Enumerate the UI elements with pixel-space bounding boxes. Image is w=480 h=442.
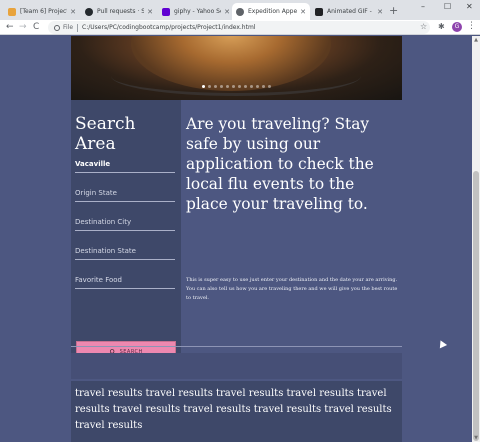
extensions-icon[interactable]: ✱ [438,22,445,31]
scrollbar-thumb[interactable] [473,171,479,441]
browser-menu-icon[interactable]: ⋮ [467,21,476,31]
destination-city-field[interactable]: Destination City [75,214,175,231]
page-scrollbar[interactable]: ▲ ▼ [472,36,480,442]
hero-carousel[interactable] [71,36,402,100]
page-viewport: Search Area Vacaville Origin State Desti… [0,36,472,442]
carousel-dot[interactable] [208,85,211,88]
minimize-button[interactable]: – [421,2,425,11]
close-tab-icon[interactable]: ✕ [377,8,383,16]
browser-tab[interactable]: Pull requests · Seren ✕ [81,3,157,20]
search-panel: Search Area Vacaville Origin State Desti… [71,100,181,375]
carousel-dot[interactable] [226,85,229,88]
city-field[interactable]: Vacaville [75,156,175,173]
close-tab-icon[interactable]: ✕ [224,8,230,16]
travel-results: travel results travel results travel res… [71,381,402,442]
carousel-dot[interactable] [256,85,259,88]
pan-image [111,56,361,96]
url-scheme-label: File [63,24,74,31]
carousel-dot[interactable] [244,85,247,88]
mouse-cursor [436,338,448,349]
scroll-down-arrow-icon[interactable]: ▼ [472,435,480,441]
github-icon [85,7,93,16]
globe-icon [236,7,244,16]
browser-tab[interactable]: Animated GIF - Find ✕ [311,3,387,20]
profile-avatar[interactable]: G [452,22,462,32]
close-tab-icon[interactable]: ✕ [300,8,306,16]
back-button[interactable]: ← [6,21,14,33]
browser-toolbar: ← → C File C:/Users/PC/codingbootcamp/pr… [0,20,480,35]
carousel-dot[interactable] [262,85,265,88]
scroll-up-arrow-icon[interactable]: ▲ [472,37,480,43]
browser-tab-active[interactable]: Expedition Appetite ✕ [232,3,310,20]
address-bar[interactable]: File C:/Users/PC/codingbootcamp/projects… [48,21,430,34]
giphy-icon [315,7,323,16]
info-icon[interactable] [54,24,60,31]
carousel-dot[interactable] [220,85,223,88]
favorite-food-field[interactable]: Favorite Food [75,272,175,289]
results-header-band [71,353,402,379]
intro-paragraph: This is super easy to use just enter you… [186,277,398,301]
carousel-indicators [71,85,402,88]
destination-state-field[interactable]: Destination State [75,243,175,260]
browser-tab-strip: [Team 6] Project One ✕ Pull requests · S… [0,0,480,20]
tab-title: Pull requests · Seren [97,8,145,15]
tab-title: Animated GIF - Find [327,8,374,15]
close-tab-icon[interactable]: ✕ [70,8,76,16]
url-text[interactable]: C:/Users/PC/codingbootcamp/projects/Proj… [82,24,255,31]
hero-headline: Are you traveling? Stay safe by using ou… [186,115,374,213]
carousel-dot[interactable] [250,85,253,88]
origin-state-field[interactable]: Origin State [75,185,175,202]
reload-button[interactable]: C [33,21,39,33]
divider [77,23,79,32]
tab-title: Expedition Appetite [248,8,298,15]
forward-button[interactable]: → [19,21,27,33]
carousel-dot[interactable] [214,85,217,88]
new-tab-button[interactable]: + [389,4,398,18]
browser-tab[interactable]: giphy - Yahoo Search ✕ [158,3,234,20]
tab-favicon-icon [8,7,16,16]
close-tab-icon[interactable]: ✕ [147,8,153,16]
divider [71,346,402,347]
browser-tab[interactable]: [Team 6] Project One ✕ [4,3,80,20]
search-area-title: Search Area [75,114,136,154]
close-window-button[interactable]: ✕ [466,2,473,11]
tab-title: giphy - Yahoo Search [174,8,221,15]
maximize-button[interactable]: ☐ [444,2,451,11]
tab-title: [Team 6] Project One [20,8,68,15]
carousel-dot[interactable] [268,85,271,88]
bookmark-star-icon[interactable]: ☆ [420,22,427,31]
yahoo-icon [162,7,170,16]
carousel-dot[interactable] [202,85,205,88]
carousel-dot[interactable] [232,85,235,88]
carousel-dot[interactable] [238,85,241,88]
